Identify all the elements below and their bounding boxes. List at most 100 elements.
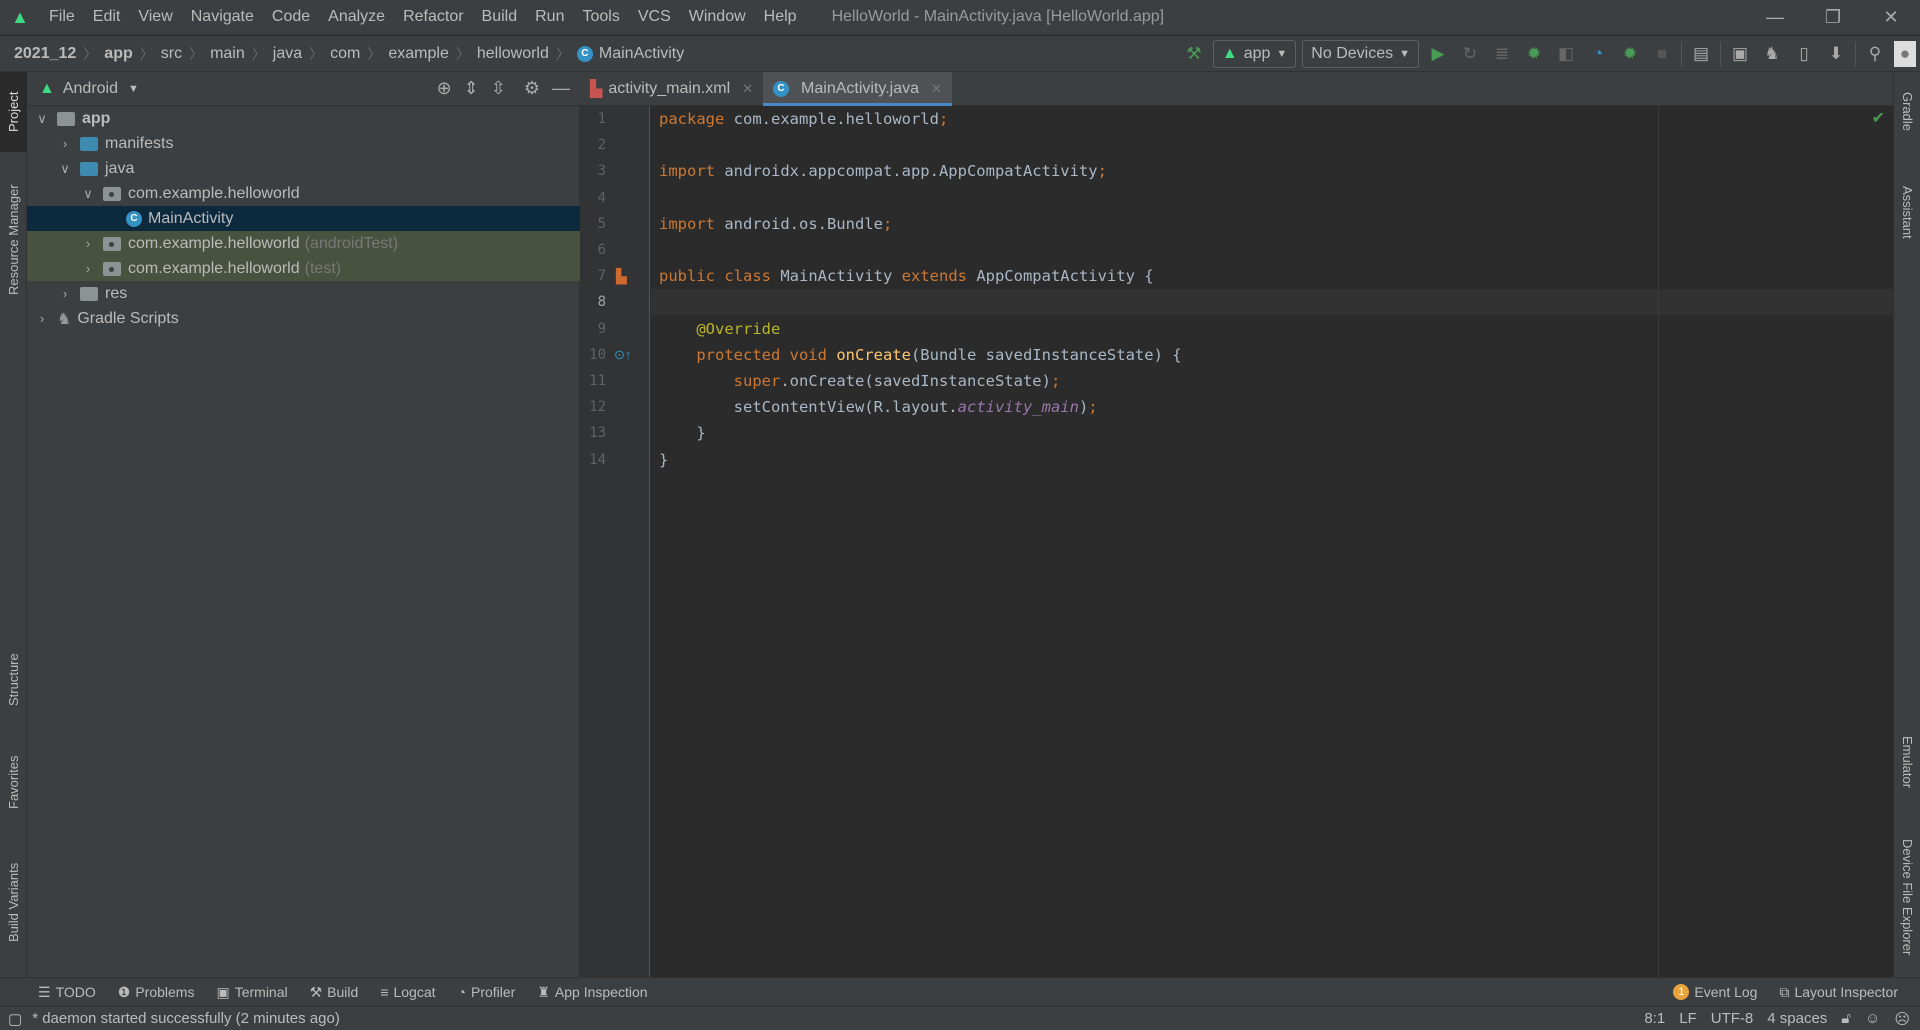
profiler-tool-button[interactable]: ◔ Profiler [458,984,516,1000]
tree-item-package[interactable]: ∨ com.example.helloworld [27,181,580,206]
avd-manager-icon[interactable]: ▣ [1727,41,1753,67]
tree-item-res[interactable]: › res [27,281,580,306]
menu-vcs[interactable]: VCS [629,8,680,26]
sdk-manager-icon[interactable]: ⬇ [1823,41,1849,67]
menu-view[interactable]: View [129,8,181,26]
tab-mainactivity-java[interactable]: C MainActivity.java ✕ [763,72,952,107]
tree-item-package-test[interactable]: › com.example.helloworld (test) [27,256,580,281]
stop-icon[interactable]: ■ [1649,41,1675,67]
lock-icon[interactable]: 🔓︎ [1841,1010,1851,1027]
emulator-tool-tab[interactable]: Emulator [1894,712,1920,812]
menu-tools[interactable]: Tools [573,8,628,26]
app-inspection-tool-button[interactable]: ♜ App Inspection [537,984,647,1001]
status-message[interactable]: * daemon started successfully (2 minutes… [32,1010,340,1027]
indent-setting[interactable]: 4 spaces [1767,1010,1827,1027]
run-config-dropdown[interactable]: ▲ app ▼ [1212,40,1297,68]
tree-item-java[interactable]: ∨ java [27,156,580,181]
menu-edit[interactable]: Edit [84,8,130,26]
run-icon[interactable]: ▶ [1425,41,1451,67]
apply-code-changes-icon[interactable]: ≣ [1489,41,1515,67]
resource-manager-tool-tab[interactable]: Resource Manager [0,167,27,312]
project-view-dropdown[interactable]: Android [63,80,118,98]
device-manager-icon[interactable]: ▯ [1791,41,1817,67]
collapse-all-icon[interactable]: ⇳ [491,78,506,99]
chevron-right-icon[interactable]: › [81,261,95,276]
toggle-tool-windows-icon[interactable]: ▢ [8,1010,22,1028]
related-layout-icon[interactable]: ▙ [616,263,627,289]
menu-help[interactable]: Help [755,8,806,26]
project-tool-tab[interactable]: Project [0,72,27,152]
tree-item-package-androidtest[interactable]: › com.example.helloworld (androidTest) [27,231,580,256]
menu-navigate[interactable]: Navigate [182,8,263,26]
close-window-button[interactable]: ✕ [1862,0,1920,35]
chevron-down-icon[interactable]: ∨ [58,161,72,177]
build-variants-tool-tab[interactable]: Build Variants [0,842,27,962]
sync-gradle-icon[interactable]: ♞ [1759,41,1785,67]
breadcrumb-helloworld[interactable]: helloworld [477,45,549,63]
minimize-button[interactable]: — [1746,0,1804,35]
favorites-tool-tab[interactable]: Favorites [0,737,27,827]
assistant-tool-tab[interactable]: Assistant [1894,162,1920,262]
menu-run[interactable]: Run [526,8,573,26]
search-icon[interactable]: ⚲ [1862,41,1888,67]
restore-button[interactable]: ❐ [1804,0,1862,35]
expand-all-icon[interactable]: ⇕ [464,78,479,99]
smile-feedback-icon[interactable]: ☺ [1865,1010,1880,1027]
breadcrumb-main[interactable]: main [210,45,245,63]
chevron-right-icon[interactable]: › [81,236,95,251]
debug-icon[interactable]: ✹ [1521,41,1547,67]
close-tab-icon[interactable]: ✕ [742,81,753,97]
tab-activity-main-xml[interactable]: ▙ activity_main.xml ✕ [580,72,763,106]
user-avatar-icon[interactable]: ● [1894,41,1916,67]
gradle-tool-tab[interactable]: Gradle [1894,72,1920,152]
build-tool-button[interactable]: ⚒ Build [310,984,359,1001]
close-tab-icon[interactable]: ✕ [931,81,942,97]
hide-icon[interactable]: — [552,78,570,99]
chevron-down-icon[interactable]: ∨ [35,111,49,127]
device-dropdown[interactable]: No Devices ▼ [1302,40,1419,68]
logcat-tool-button[interactable]: ≡ Logcat [380,984,435,1000]
code-editor[interactable]: 1 2 3 4 5 6 7 8 9 10 11 12 13 14 ✔ ▙ ⊙↑ package com.e… [580,106,1893,977]
menu-file[interactable]: File [40,8,84,26]
run-with-coverage-icon[interactable]: ◧ [1553,41,1579,67]
project-structure-icon[interactable]: ▤ [1688,41,1714,67]
file-encoding[interactable]: UTF-8 [1711,1010,1754,1027]
override-method-icon[interactable]: ⊙↑ [614,342,631,368]
attach-debugger-icon[interactable]: ✹ [1617,41,1643,67]
breadcrumb-project[interactable]: 2021_12 [14,45,76,63]
device-file-explorer-tool-tab[interactable]: Device File Explorer [1894,817,1920,977]
structure-tool-tab[interactable]: Structure [0,632,27,727]
todo-tool-button[interactable]: ☰ TODO [38,984,96,1001]
chevron-right-icon[interactable]: › [58,136,72,151]
chevron-right-icon[interactable]: › [35,311,49,326]
breadcrumb-mainactivity[interactable]: C MainActivity [576,45,684,63]
event-log-tool-button[interactable]: 1 Event Log [1673,984,1757,1000]
menu-refactor[interactable]: Refactor [394,8,472,26]
tree-item-gradle-scripts[interactable]: › ♞ Gradle Scripts [27,306,580,331]
menu-build[interactable]: Build [473,8,527,26]
line-separator[interactable]: LF [1679,1010,1697,1027]
profile-icon[interactable]: ◔ [1585,41,1611,67]
breadcrumb-com[interactable]: com [330,45,360,63]
no-problems-check-icon[interactable]: ✔ [1872,106,1885,132]
chevron-down-icon[interactable]: ∨ [81,186,95,202]
locate-icon[interactable]: ⊕ [437,78,452,99]
frown-feedback-icon[interactable]: ☹ [1894,1010,1910,1028]
menu-window[interactable]: Window [680,8,755,26]
tree-item-app[interactable]: ∨ app [27,106,580,131]
breadcrumb-src[interactable]: src [161,45,182,63]
tree-item-mainactivity[interactable]: C MainActivity [27,206,580,231]
terminal-tool-button[interactable]: ▣ Terminal [216,984,287,1001]
layout-inspector-tool-button[interactable]: ⧉ Layout Inspector [1779,984,1898,1001]
breadcrumb-java[interactable]: java [273,45,302,63]
menu-code[interactable]: Code [263,8,319,26]
problems-tool-button[interactable]: ❶ Problems [118,984,195,1001]
gear-icon[interactable]: ⚙ [524,78,540,99]
breadcrumb-example[interactable]: example [388,45,448,63]
breadcrumb-app[interactable]: app [104,45,132,63]
chevron-down-icon[interactable]: ▼ [128,83,139,95]
chevron-right-icon[interactable]: › [58,286,72,301]
tree-item-manifests[interactable]: › manifests [27,131,580,156]
apply-changes-icon[interactable]: ↻ [1457,41,1483,67]
caret-position[interactable]: 8:1 [1644,1010,1665,1027]
